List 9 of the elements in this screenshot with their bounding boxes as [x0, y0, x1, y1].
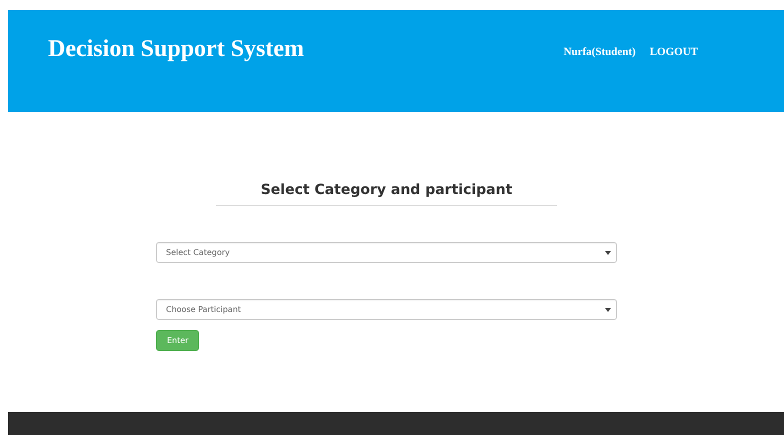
app-title: Decision Support System: [48, 36, 304, 63]
user-link[interactable]: Nurfa(Student): [564, 46, 636, 58]
select-field[interactable]: Choose Participant: [156, 299, 617, 320]
caret-icon: [605, 250, 611, 254]
select-field[interactable]: Select Category: [156, 242, 617, 263]
form-heading: Select Category and participant: [260, 182, 512, 198]
logout-link[interactable]: LOGOUT: [650, 46, 698, 58]
enter-button[interactable]: Enter: [156, 330, 200, 351]
caret-icon: [605, 308, 611, 312]
